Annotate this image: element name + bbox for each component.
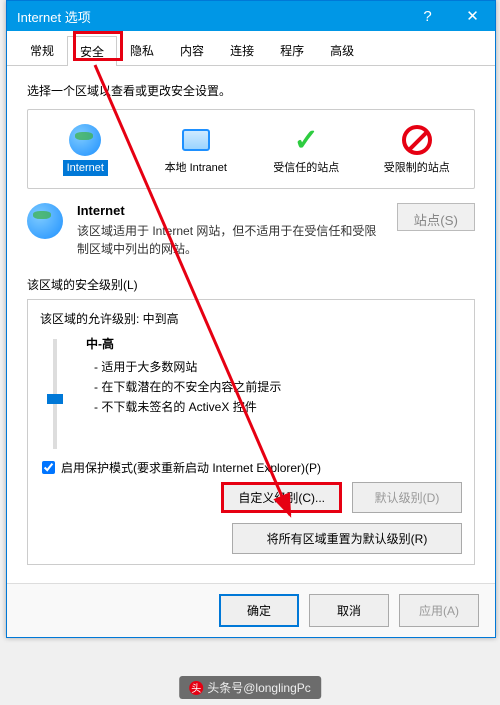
zone-list: Internet 本地 Intranet ✓ 受信任的站点 受限制的站点 (27, 109, 475, 189)
sites-button[interactable]: 站点(S) (397, 203, 475, 231)
apply-button[interactable]: 应用(A) (399, 594, 479, 627)
window-title: Internet 选项 (17, 7, 405, 26)
computer-icon (147, 122, 246, 158)
zone-desc-text: 该区域适用于 Internet 网站，但不适用于在受信任和受限制区域中列出的网站… (77, 222, 387, 258)
reset-all-zones-button[interactable]: 将所有区域重置为默认级别(R) (232, 523, 462, 554)
dialog-buttons: 确定 取消 应用(A) (7, 583, 495, 637)
zone-hint: 选择一个区域以查看或更改安全设置。 (27, 82, 475, 99)
protected-mode-row: 启用保护模式(要求重新启动 Internet Explorer)(P) (42, 459, 462, 476)
tab-security[interactable]: 安全 (67, 36, 117, 66)
titlebar: Internet 选项 ? ✕ (7, 1, 495, 31)
check-icon: ✓ (257, 122, 356, 158)
internet-options-dialog: Internet 选项 ? ✕ 常规 安全 隐私 内容 连接 程序 高级 选择一… (6, 0, 496, 638)
watermark-icon: 头 (189, 681, 203, 695)
cancel-button[interactable]: 取消 (309, 594, 389, 627)
security-level-group-label: 该区域的安全级别(L) (27, 276, 475, 293)
watermark: 头 头条号@longlingPc (179, 676, 321, 699)
custom-level-button[interactable]: 自定义级别(C)... (221, 482, 342, 513)
forbidden-icon (368, 122, 467, 158)
zone-trusted[interactable]: ✓ 受信任的站点 (257, 118, 356, 180)
ok-button[interactable]: 确定 (219, 594, 299, 627)
security-level-box: 该区域的允许级别: 中到高 中-高 适用于大多数网站 在下载潜在的不安全内容之前… (27, 299, 475, 565)
protected-mode-checkbox[interactable] (42, 461, 55, 474)
zone-description: Internet 该区域适用于 Internet 网站，但不适用于在受信任和受限… (27, 203, 475, 258)
tab-programs[interactable]: 程序 (267, 35, 317, 65)
help-button[interactable]: ? (405, 1, 450, 31)
tab-privacy[interactable]: 隐私 (117, 35, 167, 65)
tab-general[interactable]: 常规 (17, 35, 67, 65)
tab-connections[interactable]: 连接 (217, 35, 267, 65)
default-level-button[interactable]: 默认级别(D) (352, 482, 462, 513)
tab-advanced[interactable]: 高级 (317, 35, 367, 65)
tab-content[interactable]: 内容 (167, 35, 217, 65)
zone-restricted[interactable]: 受限制的站点 (368, 118, 467, 180)
slider-thumb[interactable] (47, 394, 63, 404)
protected-mode-label: 启用保护模式(要求重新启动 Internet Explorer)(P) (61, 459, 321, 476)
zone-internet[interactable]: Internet (36, 118, 135, 180)
allowed-levels-label: 该区域的允许级别: 中到高 (40, 310, 462, 327)
watermark-text: 头条号@longlingPc (207, 679, 311, 696)
security-level-slider[interactable] (40, 335, 70, 449)
current-level-label: 中-高 (86, 335, 281, 352)
security-panel: 选择一个区域以查看或更改安全设置。 Internet 本地 Intranet ✓… (7, 66, 495, 583)
zone-title: Internet (77, 203, 387, 218)
globe-icon (27, 203, 67, 239)
close-button[interactable]: ✕ (450, 1, 495, 31)
tab-strip: 常规 安全 隐私 内容 连接 程序 高级 (7, 31, 495, 66)
level-bullets: 适用于大多数网站 在下载潜在的不安全内容之前提示 不下载未签名的 ActiveX… (86, 358, 281, 415)
globe-icon (36, 122, 135, 158)
zone-intranet[interactable]: 本地 Intranet (147, 118, 246, 180)
